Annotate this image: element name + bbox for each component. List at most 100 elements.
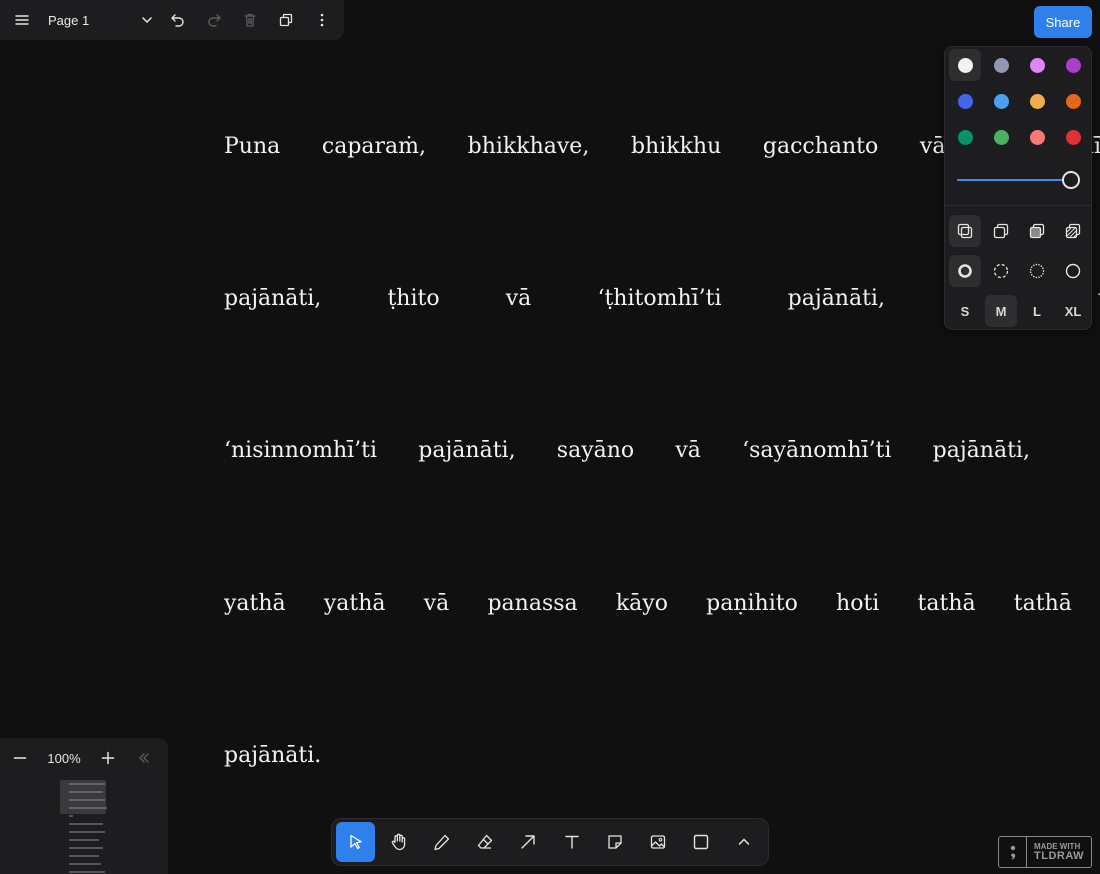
color-swatch-blue[interactable] bbox=[949, 85, 981, 117]
zoom-bar: 100% bbox=[0, 738, 168, 778]
color-swatch-white[interactable] bbox=[949, 49, 981, 81]
top-menu-bar: Page 1 bbox=[0, 0, 344, 40]
minimap[interactable] bbox=[58, 778, 110, 874]
color-dot bbox=[957, 129, 973, 145]
text-tool[interactable] bbox=[552, 822, 591, 862]
zoom-out-button[interactable] bbox=[2, 740, 38, 776]
color-swatch-light-blue[interactable] bbox=[985, 85, 1017, 117]
fill-none-button[interactable] bbox=[949, 215, 981, 247]
arrow-tool[interactable] bbox=[509, 822, 548, 862]
color-swatch-red[interactable] bbox=[1057, 121, 1089, 153]
eraser-icon bbox=[478, 834, 493, 849]
badge-line-2: TLDRAW bbox=[1034, 850, 1085, 862]
fill-none-icon bbox=[957, 223, 973, 239]
canvas-word: ‘ṭhitomhī’ti bbox=[597, 286, 722, 311]
size-label: M bbox=[995, 303, 1007, 319]
color-swatch-orange[interactable] bbox=[1057, 85, 1089, 117]
sticky-note-icon bbox=[608, 835, 622, 849]
opacity-slider-thumb[interactable] bbox=[1062, 171, 1080, 189]
dash-solid-icon bbox=[1065, 263, 1081, 279]
size-row: S M L XL bbox=[949, 295, 1089, 327]
color-swatch-green[interactable] bbox=[949, 121, 981, 153]
page-selector[interactable]: Page 1 bbox=[40, 2, 160, 38]
color-dot bbox=[993, 57, 1009, 73]
canvas-word: bhikkhave, bbox=[467, 134, 590, 159]
more-tools-button[interactable] bbox=[725, 822, 764, 862]
canvas-text-line: yathā yathā vā panassa kāyo paṇihito hoti tathā… bbox=[224, 591, 1072, 616]
zoom-in-button[interactable] bbox=[90, 740, 126, 776]
size-l-button[interactable]: L bbox=[1021, 295, 1053, 327]
navigation-panel: 100% bbox=[0, 738, 168, 874]
color-swatch-grey[interactable] bbox=[985, 49, 1017, 81]
canvas-word: panassa bbox=[487, 591, 578, 616]
size-xl-button[interactable]: XL bbox=[1057, 295, 1089, 327]
main-menu-button[interactable] bbox=[4, 2, 40, 38]
dash-draw-button[interactable] bbox=[949, 255, 981, 287]
canvas-word: pajānāti, bbox=[932, 438, 1030, 463]
redo-button[interactable] bbox=[196, 2, 232, 38]
canvas-word: vā bbox=[423, 591, 450, 616]
dash-dashed-button[interactable] bbox=[985, 255, 1017, 287]
zoom-level[interactable]: 100% bbox=[38, 751, 90, 766]
hand-tool[interactable] bbox=[379, 822, 418, 862]
color-dot bbox=[1065, 93, 1081, 109]
color-swatch-violet[interactable] bbox=[1057, 49, 1089, 81]
canvas-word: pajānāti, bbox=[418, 438, 516, 463]
redo-icon bbox=[208, 14, 221, 27]
select-tool[interactable] bbox=[336, 822, 376, 862]
canvas-word: vā bbox=[919, 134, 946, 159]
rectangle-icon bbox=[694, 834, 709, 850]
canvas-word: ṭhito bbox=[387, 286, 440, 311]
delete-button[interactable] bbox=[232, 2, 268, 38]
undo-button[interactable] bbox=[160, 2, 196, 38]
divider bbox=[945, 205, 1091, 206]
duplicate-button[interactable] bbox=[268, 2, 304, 38]
canvas-word: bhikkhu bbox=[630, 134, 722, 159]
share-button[interactable]: Share bbox=[1034, 6, 1092, 38]
color-dot bbox=[1065, 129, 1081, 145]
size-label: L bbox=[1033, 303, 1041, 319]
canvas-word: gacchanto bbox=[762, 134, 879, 159]
color-dot bbox=[1029, 57, 1045, 73]
tldraw-logo-icon bbox=[999, 837, 1027, 867]
chevrons-left-icon bbox=[139, 753, 149, 763]
size-m-button[interactable]: M bbox=[985, 295, 1017, 327]
canvas-word: pajānāti, bbox=[787, 286, 885, 311]
toggle-minimap-button[interactable] bbox=[126, 740, 162, 776]
note-tool[interactable] bbox=[595, 822, 634, 862]
chevron-down-icon bbox=[142, 17, 152, 24]
rectangle-tool[interactable] bbox=[682, 822, 721, 862]
canvas-word: tathā bbox=[917, 591, 976, 616]
made-with-tldraw-badge[interactable]: MADE WITH TLDRAW bbox=[998, 836, 1092, 868]
undo-icon bbox=[171, 14, 184, 27]
dash-draw-icon bbox=[958, 264, 972, 278]
canvas-word: pajānāti, bbox=[224, 286, 322, 311]
dash-solid-button[interactable] bbox=[1057, 255, 1089, 287]
size-s-button[interactable]: S bbox=[949, 295, 981, 327]
eraser-tool[interactable] bbox=[466, 822, 505, 862]
dash-dotted-button[interactable] bbox=[1021, 255, 1053, 287]
image-icon bbox=[650, 835, 666, 849]
color-swatch-light-green[interactable] bbox=[985, 121, 1017, 153]
fill-semi-icon bbox=[993, 223, 1009, 239]
chevron-up-icon bbox=[739, 838, 750, 845]
draw-tool[interactable] bbox=[422, 822, 461, 862]
opacity-slider[interactable] bbox=[957, 171, 1083, 189]
image-tool[interactable] bbox=[638, 822, 677, 862]
color-swatch-yellow[interactable] bbox=[1021, 85, 1053, 117]
canvas-word: ‘nisinnomhī’ti bbox=[224, 438, 378, 463]
color-dot bbox=[1065, 57, 1081, 73]
canvas-word: vā bbox=[505, 286, 532, 311]
canvas-word: Puna bbox=[224, 134, 281, 159]
color-dot bbox=[993, 129, 1009, 145]
fill-solid-button[interactable] bbox=[1021, 215, 1053, 247]
color-swatch-light-violet[interactable] bbox=[1021, 49, 1053, 81]
canvas-word: yathā bbox=[224, 591, 286, 616]
fill-semi-button[interactable] bbox=[985, 215, 1017, 247]
color-swatch-light-red[interactable] bbox=[1021, 121, 1053, 153]
more-actions-button[interactable] bbox=[304, 2, 340, 38]
canvas-word: hoti bbox=[836, 591, 880, 616]
fill-pattern-button[interactable] bbox=[1057, 215, 1089, 247]
plus-icon bbox=[101, 751, 115, 765]
dash-dashed-icon bbox=[993, 263, 1009, 279]
